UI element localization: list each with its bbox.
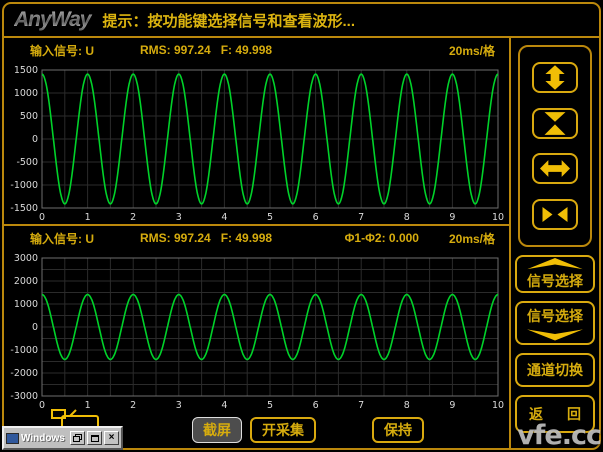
restore-button[interactable] bbox=[70, 431, 85, 445]
svg-text:5: 5 bbox=[267, 212, 273, 223]
windows-titlebar[interactable]: Windows ... × bbox=[2, 426, 123, 450]
computer-icon bbox=[6, 433, 19, 444]
expand-vertical-button[interactable] bbox=[532, 62, 578, 93]
svg-text:-1000: -1000 bbox=[10, 180, 38, 191]
compress-horizontal-button[interactable] bbox=[532, 199, 578, 230]
panel-bottom-header: 输入信号: U RMS: 997.24 F: 49.998 Φ1-Φ2: 0.0… bbox=[4, 226, 509, 250]
vfe-watermark: vfe.cc bbox=[517, 420, 601, 451]
frequency-value: F: 49.998 bbox=[221, 43, 272, 57]
svg-text:-3000: -3000 bbox=[10, 391, 38, 402]
svg-text:1000: 1000 bbox=[14, 299, 38, 310]
svg-text:-1000: -1000 bbox=[10, 345, 38, 356]
body: 输入信号: U RMS: 997.24 F: 49.998 20ms/格 -15… bbox=[4, 38, 599, 448]
phase-value: Φ1-Φ2: 0.000 bbox=[345, 231, 419, 245]
waveform-plot-bottom: -3000-2000-10000100020003000012345678910 bbox=[6, 250, 506, 412]
svg-text:500: 500 bbox=[20, 111, 38, 122]
svg-text:8: 8 bbox=[404, 400, 410, 411]
screenshot-button[interactable]: 截屏 bbox=[192, 417, 242, 443]
oscilloscope-screen: AnyWay 提示：按功能键选择信号和查看波形... 输入信号: U RMS: … bbox=[0, 0, 603, 452]
signal-label: 输入信号: U bbox=[30, 42, 94, 59]
svg-text:3: 3 bbox=[176, 400, 182, 411]
svg-text:1: 1 bbox=[85, 212, 91, 223]
svg-text:-500: -500 bbox=[16, 157, 38, 168]
maximize-icon bbox=[91, 435, 99, 442]
panel-top-header: 输入信号: U RMS: 997.24 F: 49.998 20ms/格 bbox=[4, 38, 509, 62]
svg-text:7: 7 bbox=[358, 212, 364, 223]
compress-vertical-button[interactable] bbox=[532, 108, 578, 139]
compress-vertical-icon bbox=[541, 111, 569, 136]
svg-text:7: 7 bbox=[358, 400, 364, 411]
frequency-value: F: 49.998 bbox=[221, 231, 272, 245]
waveform-plot-top: -1500 -1000 -500 0 500 1000 1500 0 1 2 3 4 5 6 7 8 9 10 bbox=[6, 62, 506, 224]
sidebar: 信号选择 信号选择 通道切换 返 回 bbox=[511, 38, 599, 448]
svg-text:-2000: -2000 bbox=[10, 368, 38, 379]
svg-text:3: 3 bbox=[176, 212, 182, 223]
header: AnyWay 提示：按功能键选择信号和查看波形... bbox=[4, 4, 599, 38]
expand-horizontal-icon bbox=[540, 158, 570, 179]
close-button[interactable]: × bbox=[104, 431, 119, 445]
svg-text:2: 2 bbox=[130, 212, 136, 223]
maximize-button[interactable] bbox=[87, 431, 102, 445]
svg-text:5: 5 bbox=[267, 400, 273, 411]
svg-text:9: 9 bbox=[449, 400, 455, 411]
signal-select-down-label: 信号选择 bbox=[527, 306, 583, 326]
rms-value: RMS: 997.24 bbox=[140, 231, 211, 245]
signal-select-up-label: 信号选择 bbox=[527, 271, 583, 291]
signal-select-up-button[interactable]: 信号选择 bbox=[515, 255, 595, 293]
svg-text:9: 9 bbox=[449, 212, 455, 223]
channel-switch-label: 通道切换 bbox=[527, 360, 583, 380]
signal-select-down-button[interactable]: 信号选择 bbox=[515, 301, 595, 345]
svg-text:0: 0 bbox=[32, 322, 38, 333]
svg-text:6: 6 bbox=[313, 400, 319, 411]
timebase-label: 20ms/格 bbox=[449, 42, 495, 59]
tip-text: 提示：按功能键选择信号和查看波形... bbox=[102, 10, 355, 31]
arrow-down-icon bbox=[527, 327, 583, 341]
svg-text:3000: 3000 bbox=[14, 253, 38, 264]
anyway-logo: AnyWay bbox=[14, 8, 94, 32]
timebase-label: 20ms/格 bbox=[449, 230, 495, 247]
channel-switch-button[interactable]: 通道切换 bbox=[515, 353, 595, 387]
svg-text:2: 2 bbox=[130, 400, 136, 411]
hold-button[interactable]: 保持 bbox=[372, 417, 424, 443]
svg-text:-1500: -1500 bbox=[10, 203, 38, 214]
waveform-panel-bottom: 输入信号: U RMS: 997.24 F: 49.998 Φ1-Φ2: 0.0… bbox=[4, 224, 509, 412]
svg-text:1500: 1500 bbox=[14, 65, 38, 76]
outer-frame: AnyWay 提示：按功能键选择信号和查看波形... 输入信号: U RMS: … bbox=[2, 2, 601, 450]
window-title: Windows ... bbox=[21, 433, 68, 444]
svg-text:10: 10 bbox=[492, 212, 504, 223]
svg-text:4: 4 bbox=[221, 212, 227, 223]
arrow-up-icon bbox=[527, 258, 583, 270]
expand-horizontal-button[interactable] bbox=[532, 153, 578, 184]
start-capture-button[interactable]: 开采集 bbox=[250, 417, 316, 443]
waveform-panel-top: 输入信号: U RMS: 997.24 F: 49.998 20ms/格 -15… bbox=[4, 38, 509, 224]
main-area: 输入信号: U RMS: 997.24 F: 49.998 20ms/格 -15… bbox=[4, 38, 511, 448]
svg-text:0: 0 bbox=[39, 400, 45, 411]
svg-text:8: 8 bbox=[404, 212, 410, 223]
zoom-button-group bbox=[518, 45, 592, 247]
svg-text:6: 6 bbox=[313, 212, 319, 223]
svg-text:4: 4 bbox=[221, 400, 227, 411]
svg-text:2000: 2000 bbox=[14, 276, 38, 287]
svg-text:1000: 1000 bbox=[14, 88, 38, 99]
restore-icon bbox=[73, 434, 82, 442]
rms-value: RMS: 997.24 bbox=[140, 43, 211, 57]
expand-vertical-icon bbox=[541, 65, 569, 90]
signal-label: 输入信号: U bbox=[30, 230, 94, 247]
svg-text:0: 0 bbox=[39, 212, 45, 223]
svg-text:0: 0 bbox=[32, 134, 38, 145]
compress-horizontal-icon bbox=[540, 204, 570, 225]
svg-text:10: 10 bbox=[492, 400, 504, 411]
